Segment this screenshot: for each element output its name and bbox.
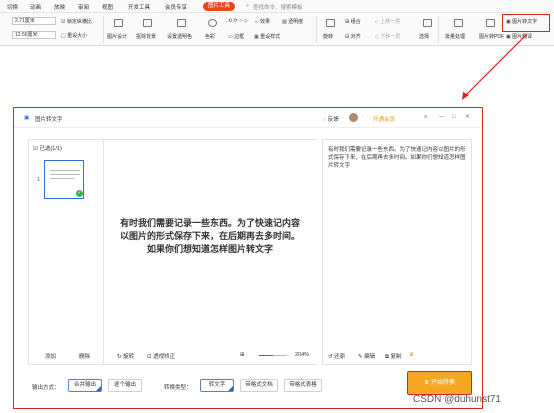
picture-text-icon: ▣ xyxy=(24,115,30,121)
thumbnail-line xyxy=(50,174,80,175)
thumbnail-item[interactable]: ✓ xyxy=(44,160,84,199)
avatar[interactable] xyxy=(349,113,358,122)
start-convert-button[interactable]: ♛ 开始转换 xyxy=(407,371,472,395)
feedback-button[interactable]: ◌ 反馈 xyxy=(323,115,339,123)
formatted-table-button[interactable]: 带格式表格 xyxy=(284,379,322,392)
fit-icon[interactable]: ⊞ xyxy=(240,352,245,358)
status-icons: ◌ ◌ xyxy=(361,114,370,120)
add-button[interactable]: 添加 xyxy=(45,352,56,360)
restore-button[interactable]: ↺ 还原 xyxy=(328,352,345,360)
output-mode-label: 输出方式： xyxy=(32,385,60,391)
picture-to-text-dialog: ▣ 图片转文字 ◌ 反馈 ◌ ◌ 开通会员 ≡ — □ ✕ ☑ 已选(1/1) … xyxy=(13,107,483,409)
checkmark-icon: ✓ xyxy=(76,190,83,197)
rotate-label: 旋转 xyxy=(123,354,135,360)
single-output-button[interactable]: 逐个输出 xyxy=(108,379,142,392)
thumbnail-panel: ☑ 已选(1/1) 1 ✓ 添加 删除 xyxy=(28,139,104,365)
copy-label: 复制 xyxy=(390,354,402,360)
minimize-icon[interactable]: — xyxy=(439,114,445,120)
feedback-label: 反馈 xyxy=(327,117,339,123)
to-text-button[interactable]: 转文字 xyxy=(200,379,234,392)
preview-image-text: 有时我们需要记录一些东西。为了快速记内容以图片的形式保存下来，在后期再去多时间。… xyxy=(120,219,301,255)
rotate-button[interactable]: ↻ 旋转 xyxy=(117,352,134,360)
perspective-button[interactable]: ⊡ 透视矫正 xyxy=(147,352,175,360)
result-text-panel: 有时我们需要记录一些东西。为了快速记内容以图片的形式保存下来，在后期再去多时间。… xyxy=(322,139,472,365)
vip-button[interactable]: 开通会员 xyxy=(373,115,395,123)
close-icon[interactable]: ✕ xyxy=(465,114,470,120)
merge-output-button[interactable]: 合并输出 xyxy=(68,379,102,392)
start-convert-label: 开始转换 xyxy=(431,380,456,386)
convert-type-label: 转换类型： xyxy=(164,385,192,391)
formatted-doc-button[interactable]: 带格式文档 xyxy=(240,379,278,392)
perspective-label: 透视矫正 xyxy=(153,354,176,360)
select-all-checkbox[interactable]: ☑ 已选(1/1) xyxy=(33,144,62,152)
zoom-slider-fill xyxy=(259,355,273,356)
edit-button[interactable]: ✎ 编辑 xyxy=(358,352,375,360)
page-number: 1 xyxy=(37,177,41,183)
preview-panel: 有时我们需要记录一些东西。为了快速记内容以图片的形式保存下来，在后期再去多时间。… xyxy=(104,139,316,365)
thumbnail-line xyxy=(50,170,80,171)
selected-count: 已选(1/1) xyxy=(39,146,62,152)
copy-button[interactable]: ⧉ 复制 xyxy=(385,352,401,361)
result-text[interactable]: 有时我们需要记录一些东西。为了快速记内容以图片的形式保存下来，在后期再去多时间。… xyxy=(328,146,466,170)
restore-label: 还原 xyxy=(334,354,346,360)
crown-icon: ♛ xyxy=(409,352,414,358)
edit-label: 编辑 xyxy=(364,354,376,360)
zoom-level: 204% xyxy=(295,352,310,358)
maximize-icon[interactable]: □ xyxy=(452,114,455,120)
delete-button[interactable]: 删除 xyxy=(79,352,90,360)
menu-icon[interactable]: ≡ xyxy=(424,114,427,120)
dialog-title: 图片转文字 xyxy=(35,117,63,123)
thumbnail-line xyxy=(50,178,74,179)
watermark: CSDN @duhunst71 xyxy=(413,394,501,405)
dialog-title-bar: ▣ 图片转文字 ◌ 反馈 ◌ ◌ 开通会员 ≡ — □ ✕ xyxy=(14,108,481,128)
